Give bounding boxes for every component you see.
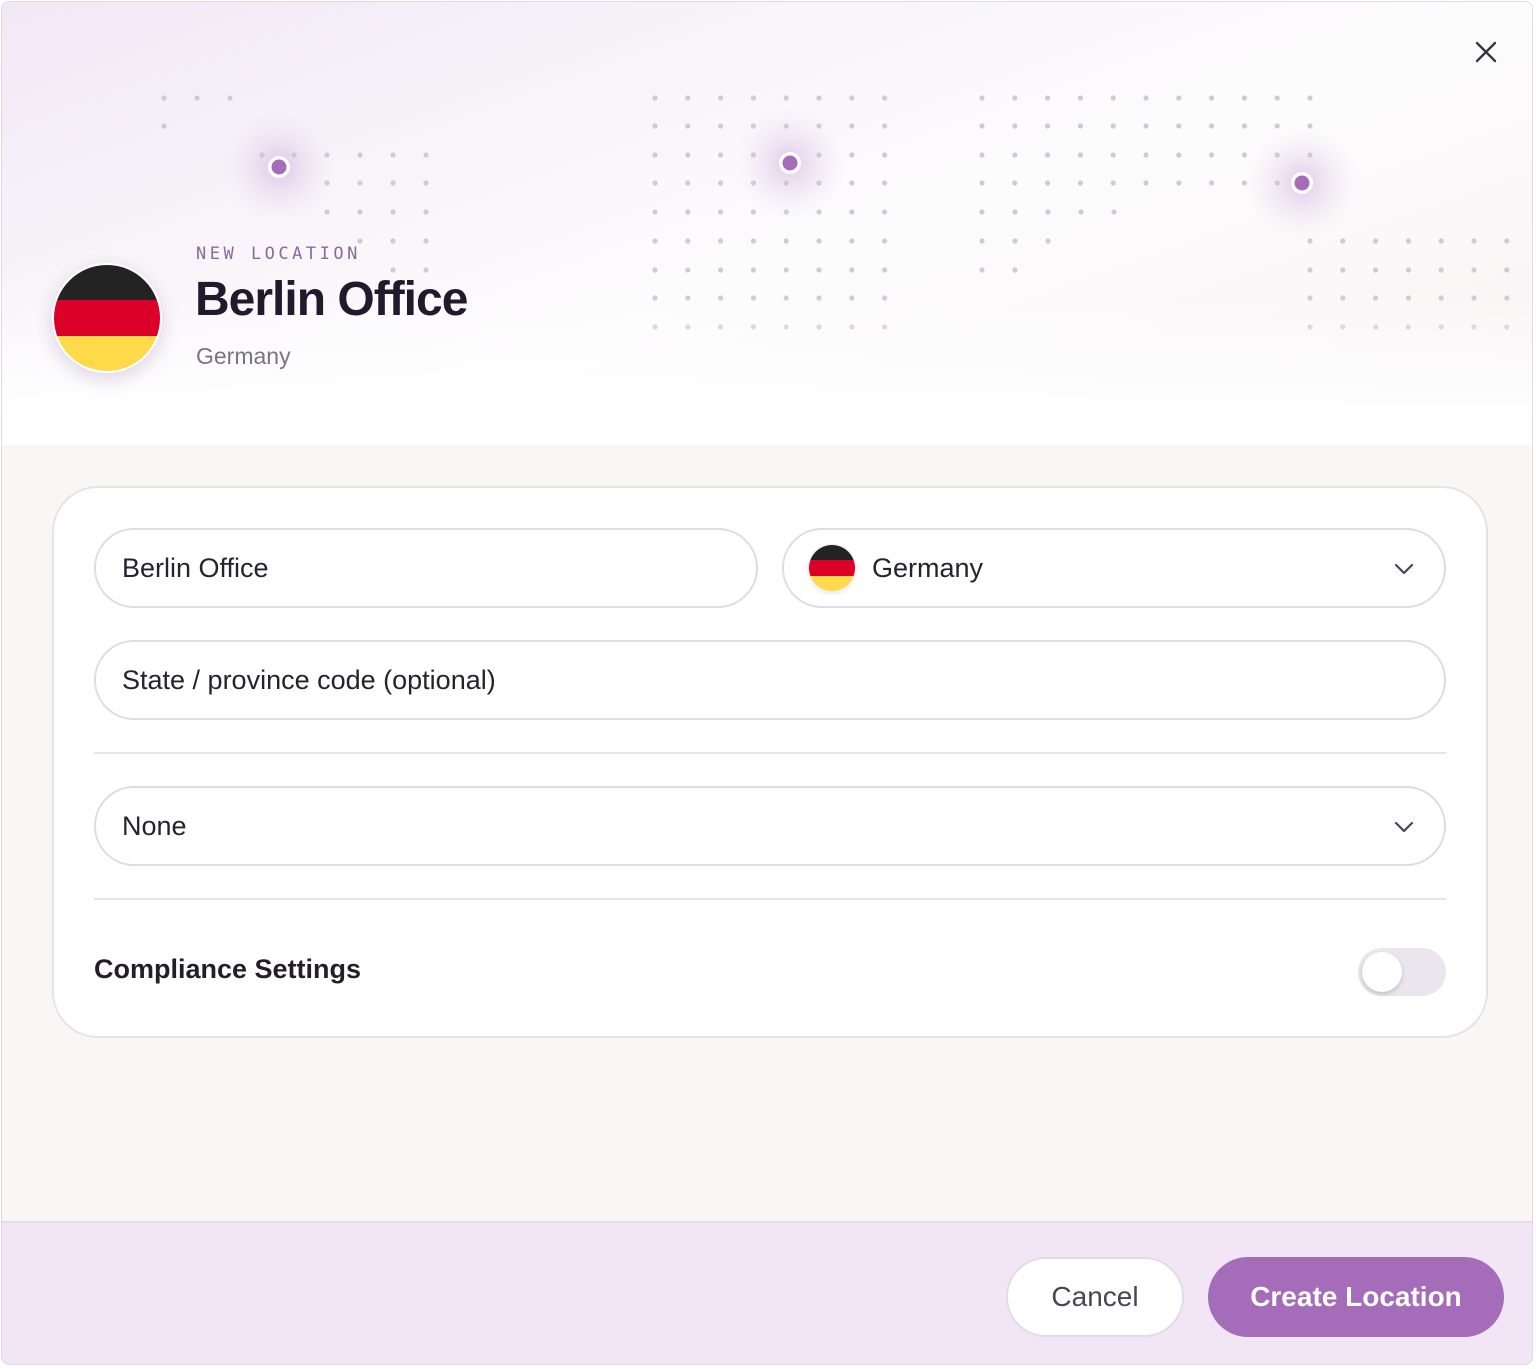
location-pin-icon — [223, 111, 335, 223]
chevron-down-icon — [1394, 563, 1414, 575]
location-form-card: Berlin Office Germany State / province c… — [52, 486, 1488, 1038]
chevron-down-icon — [1394, 821, 1414, 833]
option-select-value: None — [122, 810, 187, 841]
compliance-settings-toggle[interactable] — [1358, 948, 1446, 996]
divider — [94, 752, 1446, 754]
dialog-footer: Cancel Create Location — [2, 1221, 1532, 1364]
dialog-subtitle: Germany — [196, 343, 291, 369]
divider — [94, 898, 1446, 900]
close-button[interactable] — [1468, 34, 1504, 70]
option-select[interactable]: None — [94, 786, 1446, 866]
germany-flag-icon — [52, 263, 162, 373]
state-province-input[interactable]: State / province code (optional) — [94, 640, 1446, 720]
compliance-settings-label: Compliance Settings — [94, 954, 362, 984]
dialog-title: Berlin Office — [195, 273, 468, 326]
close-icon — [1475, 41, 1497, 63]
dialog-header: NEW LOCATION Berlin Office Germany — [2, 2, 1532, 445]
location-pin-icon — [1246, 127, 1358, 239]
germany-flag-icon — [808, 544, 856, 592]
country-select-value: Germany — [872, 552, 984, 583]
dialog-eyebrow: NEW LOCATION — [196, 244, 361, 264]
location-name-input[interactable]: Berlin Office — [94, 528, 758, 608]
location-pin-icon — [734, 107, 846, 219]
state-province-placeholder: State / province code (optional) — [122, 664, 496, 695]
cancel-button[interactable]: Cancel — [1006, 1257, 1184, 1337]
new-location-dialog: NEW LOCATION Berlin Office Germany Berli… — [1, 1, 1533, 1365]
toggle-knob — [1362, 952, 1402, 992]
country-select[interactable]: Germany — [782, 528, 1446, 608]
location-name-value: Berlin Office — [122, 552, 269, 583]
create-location-button[interactable]: Create Location — [1208, 1257, 1504, 1337]
